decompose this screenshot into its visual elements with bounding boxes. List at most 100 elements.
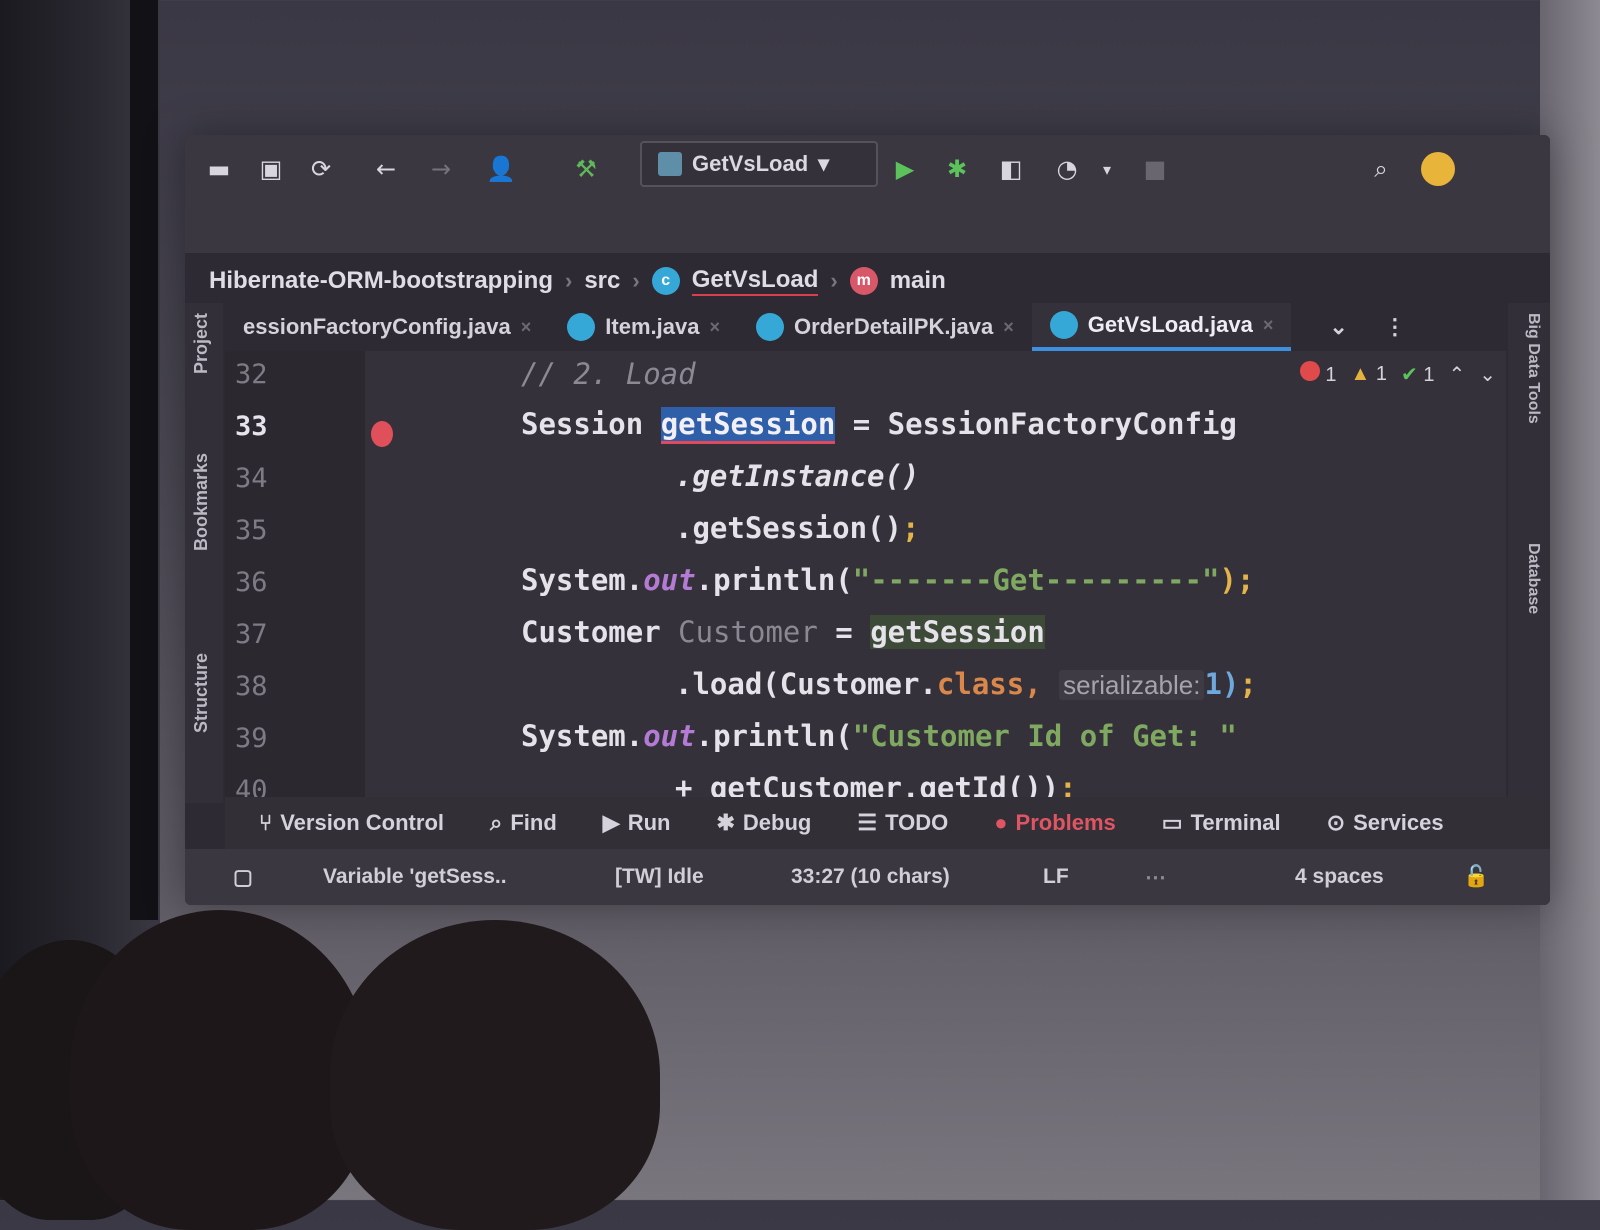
parameter-hint: serializable: <box>1059 670 1205 700</box>
line-number: 35 <box>235 515 268 546</box>
editor-tabs: essionFactoryConfig.java × Item.java × O… <box>225 303 1550 351</box>
search-icon[interactable]: ⌕ <box>1365 153 1397 185</box>
profile-icon[interactable]: ◔ <box>1051 153 1083 185</box>
line-number: 36 <box>235 567 268 598</box>
line-separator[interactable]: LF <box>1043 865 1069 889</box>
build-hammer-icon[interactable]: ⚒ <box>570 153 602 185</box>
class-icon <box>567 313 596 341</box>
layout-toggle-icon[interactable]: ▢ <box>233 865 253 890</box>
encoding-indicator-icon[interactable]: ⋯ <box>1145 865 1166 890</box>
project-tool-button[interactable]: Project <box>191 313 212 374</box>
problems-button[interactable]: ● Problems <box>994 810 1116 836</box>
config-icon <box>658 152 682 176</box>
back-arrow-icon[interactable]: ← <box>370 153 402 185</box>
code-line-39: System.out.println("Customer Id of Get: … <box>521 719 1237 753</box>
open-folder-icon[interactable]: ▬ <box>203 153 235 185</box>
tab-label: essionFactoryConfig.java <box>243 314 511 339</box>
breadcrumb-separator-icon: › <box>564 268 573 293</box>
check-icon: ✔ <box>1401 363 1418 386</box>
code-line-33: Session getSession = SessionFactoryConfi… <box>521 407 1237 444</box>
sync-icon[interactable]: ⟳ <box>305 153 337 185</box>
lock-icon[interactable]: 🔓 <box>1463 865 1489 889</box>
tab-get-vs-load[interactable]: GetVsLoad.java × <box>1031 303 1292 351</box>
run-config-selector[interactable]: GetVsLoad ▾ <box>640 141 878 187</box>
tab-label: Item.java <box>605 314 700 339</box>
terminal-button[interactable]: ▭ Terminal <box>1162 810 1281 836</box>
todo-button[interactable]: ☰ TODO <box>857 810 948 836</box>
breadcrumb-method[interactable]: main <box>890 267 946 295</box>
breadcrumb-project[interactable]: Hibernate-ORM-bootstrapping <box>209 267 553 295</box>
inspection-widget[interactable]: 1 ▲ 1 ✔ 1 ⌃ ⌄ <box>1299 361 1496 387</box>
line-number: 34 <box>235 463 268 494</box>
save-icon[interactable]: ▣ <box>255 153 287 185</box>
debug-bug-icon[interactable]: ✱ <box>941 153 973 185</box>
tabs-dropdown-icon[interactable]: ⌄ <box>1311 303 1365 351</box>
line-number: 32 <box>235 359 268 390</box>
chevron-down-icon[interactable]: ⌄ <box>1479 362 1496 387</box>
close-icon[interactable]: × <box>1003 317 1014 338</box>
run-button[interactable]: ▶ Run <box>603 810 671 836</box>
left-tool-strip: Project Bookmarks Structure <box>185 303 223 803</box>
breadcrumb-class[interactable]: GetVsLoad <box>691 266 819 296</box>
search-icon: ⌕ <box>490 810 503 835</box>
tab-item[interactable]: Item.java × <box>549 303 738 351</box>
close-icon[interactable]: × <box>709 317 720 338</box>
main-toolbar: ▬ ▣ ⟳ ← → 👤 ⚒ GetVsLoad ▾ ▶ ✱ ◧ ◔ ▾ ■ ⌕ <box>185 135 1550 253</box>
code-line-35: .getSession(); <box>675 511 920 545</box>
line-number: 39 <box>235 723 268 754</box>
bug-icon: ✱ <box>716 810 735 835</box>
user-icon[interactable]: 👤 <box>485 153 517 185</box>
code-line-34: .getInstance() <box>675 459 920 493</box>
close-icon[interactable]: × <box>1263 315 1274 336</box>
breadcrumb-folder[interactable]: src <box>584 267 620 295</box>
terminal-icon: ▭ <box>1161 810 1183 835</box>
more-options-icon[interactable]: ⋮ <box>1366 303 1424 351</box>
breadcrumb-separator-icon: › <box>830 268 838 293</box>
tab-order-detail-pk[interactable]: OrderDetailPK.java × <box>738 303 1032 351</box>
more-run-chevron-icon[interactable]: ▾ <box>1091 153 1123 185</box>
bookmarks-tool-button[interactable]: Bookmarks <box>191 453 212 551</box>
forward-arrow-icon[interactable]: → <box>425 153 457 185</box>
code-line-32: // 2. Load <box>521 357 696 391</box>
run-config-label: GetVsLoad <box>692 151 809 176</box>
tab-session-factory-config[interactable]: essionFactoryConfig.java × <box>225 303 549 351</box>
tw-status[interactable]: [TW] Idle <box>615 865 704 889</box>
coverage-icon[interactable]: ◧ <box>995 153 1027 185</box>
run-icon[interactable]: ▶ <box>889 153 921 185</box>
caret-position[interactable]: 33:27 (10 chars) <box>791 865 950 889</box>
code-line-37: Customer Customer = getSession <box>521 615 1045 649</box>
audience-heads <box>0 900 700 1230</box>
code-editor[interactable]: 32 33 34 35 36 37 38 39 40 1 ▲ 1 ✔ 1 ⌃ ⌄… <box>225 351 1506 806</box>
big-data-tools-button[interactable]: Big Data Tools <box>1524 313 1542 424</box>
find-button[interactable]: ⌕ Find <box>490 810 557 836</box>
selected-identifier: getSession <box>660 407 836 444</box>
error-bulb-icon[interactable] <box>371 421 393 447</box>
chevron-up-icon[interactable]: ⌃ <box>1448 362 1465 387</box>
structure-tool-button[interactable]: Structure <box>191 653 212 733</box>
person-head <box>70 910 370 1230</box>
warnings-count: ▲ 1 <box>1350 362 1388 385</box>
line-number: 38 <box>235 671 268 702</box>
error-icon <box>1299 361 1320 381</box>
line-number: 37 <box>235 619 268 650</box>
line-number-current: 33 <box>235 411 268 442</box>
services-icon: ⊙ <box>1326 810 1346 835</box>
plugin-update-icon[interactable] <box>1421 152 1455 186</box>
class-icon: c <box>651 267 680 295</box>
play-icon: ▶ <box>602 810 620 835</box>
class-icon <box>755 313 784 341</box>
services-button[interactable]: ⊙ Services <box>1327 810 1444 836</box>
debug-button[interactable]: ✱ Debug <box>716 810 811 836</box>
breadcrumb: Hibernate-ORM-bootstrapping › src › c Ge… <box>209 261 946 301</box>
version-control-button[interactable]: ⑂ Version Control <box>259 810 444 836</box>
stop-icon[interactable]: ■ <box>1139 153 1171 185</box>
chevron-down-icon: ▾ <box>818 151 830 176</box>
ide-window: ▬ ▣ ⟳ ← → 👤 ⚒ GetVsLoad ▾ ▶ ✱ ◧ ◔ ▾ ■ ⌕ … <box>185 135 1550 905</box>
status-bar: ▢ Variable 'getSess.. [TW] Idle 33:27 (1… <box>185 849 1550 905</box>
status-message[interactable]: Variable 'getSess.. <box>323 865 507 889</box>
database-tool-button[interactable]: Database <box>1524 543 1542 614</box>
close-icon[interactable]: × <box>521 317 532 338</box>
right-tool-strip: Big Data Tools Database <box>1508 303 1550 803</box>
indent-setting[interactable]: 4 spaces <box>1295 865 1384 889</box>
tool-window-bar: ⑂ Version Control ⌕ Find ▶ Run ✱ Debug ☰ TODO… <box>225 797 1550 849</box>
